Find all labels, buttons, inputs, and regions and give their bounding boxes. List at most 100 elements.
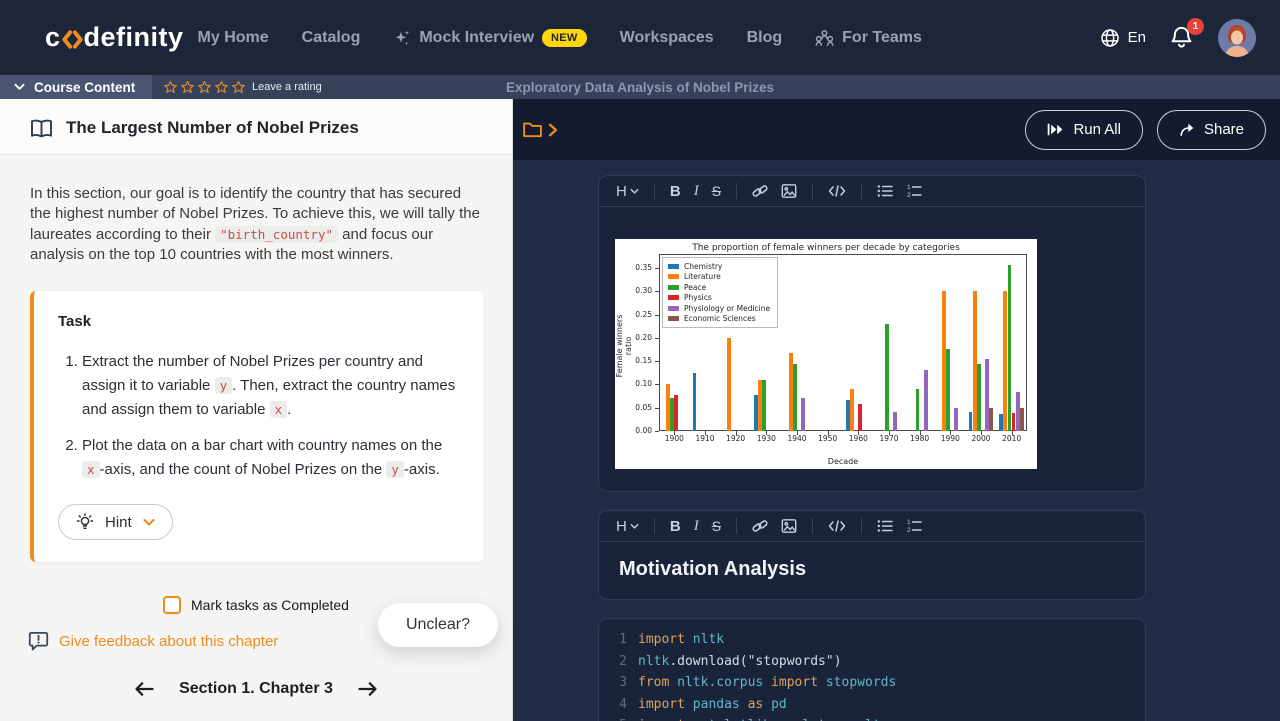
- nav-item-label: Blog: [747, 29, 783, 47]
- code-token: import: [763, 672, 818, 694]
- svg-text:2: 2: [907, 192, 911, 198]
- nav-item-mock-interview[interactable]: Mock InterviewNEW: [393, 29, 586, 47]
- legend-swatch: [668, 295, 679, 300]
- legend-entry: Economic Sciences: [668, 314, 770, 325]
- run-all-label: Run All: [1073, 121, 1121, 138]
- strikethrough-icon[interactable]: S: [712, 517, 721, 535]
- code-icon[interactable]: [828, 517, 846, 535]
- code-token: "stopwords": [748, 651, 834, 673]
- italic-icon[interactable]: I: [694, 182, 699, 200]
- run-all-button[interactable]: Run All: [1025, 110, 1143, 150]
- rating-stars[interactable]: [163, 80, 246, 95]
- notifications-button[interactable]: 1: [1170, 25, 1194, 51]
- chart-bar: [893, 412, 897, 431]
- ordered-list-icon[interactable]: 12: [906, 182, 922, 200]
- code-token: import: [638, 694, 685, 716]
- nav-item-my-home[interactable]: My Home: [198, 29, 269, 47]
- italic-icon[interactable]: I: [694, 517, 699, 535]
- star-icon[interactable]: [231, 80, 246, 95]
- bold-icon[interactable]: B: [670, 182, 681, 200]
- task-card: Task Extract the number of Nobel Prizes …: [30, 291, 484, 562]
- legend-swatch: [668, 316, 679, 321]
- bold-icon[interactable]: B: [670, 517, 681, 535]
- nav-item-for-teams[interactable]: For Teams: [815, 29, 922, 47]
- user-avatar[interactable]: [1218, 19, 1256, 57]
- nav-item-catalog[interactable]: Catalog: [302, 29, 361, 47]
- chart-x-tick: 2010: [997, 434, 1027, 443]
- bullet-list-icon[interactable]: [877, 182, 893, 200]
- chart-y-tick: 0.15: [615, 356, 652, 365]
- chart-x-tick: 1920: [721, 434, 751, 443]
- inline-code-chip: "birth_country": [215, 226, 338, 243]
- logo-text-post: definity: [84, 22, 184, 53]
- code-cell[interactable]: 1import nltk2nltk.download("stopwords")3…: [598, 618, 1146, 721]
- course-subheader: Course Content Leave a rating Explorator…: [0, 75, 1280, 99]
- code-line[interactable]: 2nltk.download("stopwords"): [599, 651, 1145, 673]
- chart-y-axis-label: Female winners ratio: [615, 311, 633, 381]
- ordered-list-icon[interactable]: 12: [906, 517, 922, 535]
- hint-button[interactable]: Hint: [58, 504, 173, 540]
- chart-x-tick: 1930: [751, 434, 781, 443]
- chart-bar: [850, 389, 854, 431]
- chart-x-tick: 2000: [966, 434, 996, 443]
- markdown-cell-body: Motivation Analysis: [599, 542, 1145, 599]
- code-token: nltk.corpus: [669, 672, 763, 694]
- toolbar-separator: [812, 183, 813, 199]
- codefinity-logo[interactable]: c definity: [45, 22, 184, 53]
- chart-y-tick: 0.35: [615, 263, 652, 272]
- nav-links: My Home Catalog Mock InterviewNEW Workspace…: [198, 29, 922, 47]
- heading-icon[interactable]: H: [616, 182, 639, 200]
- file-tree-toggle[interactable]: [522, 121, 558, 139]
- app-window: c definity My Home Catalog Mock InterviewN…: [0, 0, 1280, 721]
- lightbulb-icon: [76, 513, 94, 531]
- code-line[interactable]: 3from nltk.corpus import stopwords: [599, 672, 1145, 694]
- chart-legend: ChemistryLiteraturePeacePhysicsPhysiolog…: [662, 257, 778, 328]
- toolbar-separator: [654, 183, 655, 199]
- chart-x-tick: 1910: [690, 434, 720, 443]
- nav-item-label: My Home: [198, 29, 269, 47]
- chart-bar: [1020, 408, 1024, 431]
- heading-icon[interactable]: H: [616, 517, 639, 535]
- legend-entry: Chemistry: [668, 261, 770, 272]
- star-icon[interactable]: [180, 80, 195, 95]
- toolbar-separator: [736, 518, 737, 534]
- nav-item-workspaces[interactable]: Workspaces: [620, 29, 714, 47]
- course-content-toggle[interactable]: Course Content: [0, 75, 152, 99]
- code-token: nltk: [685, 629, 724, 651]
- star-icon[interactable]: [197, 80, 212, 95]
- link-icon[interactable]: [752, 517, 768, 535]
- bullet-list-icon[interactable]: [877, 517, 893, 535]
- inline-code-chip: x: [270, 401, 288, 418]
- nav-item-blog[interactable]: Blog: [747, 29, 783, 47]
- notebook-scroll-area[interactable]: HBIS12 The proportion of female winners …: [512, 160, 1280, 721]
- code-line[interactable]: 1import nltk: [599, 629, 1145, 651]
- unclear-button[interactable]: Unclear?: [378, 603, 498, 647]
- next-chapter-button[interactable]: [355, 679, 380, 699]
- feedback-bubble-icon: [28, 631, 49, 651]
- code-icon[interactable]: [828, 182, 846, 200]
- code-line[interactable]: 4import pandas as pd: [599, 694, 1145, 716]
- image-icon[interactable]: [781, 182, 797, 200]
- star-icon[interactable]: [163, 80, 178, 95]
- image-icon[interactable]: [781, 517, 797, 535]
- line-number: 2: [613, 651, 627, 673]
- strikethrough-icon[interactable]: S: [712, 182, 721, 200]
- course-title: Exploratory Data Analysis of Nobel Prize…: [506, 80, 774, 95]
- legend-swatch: [668, 306, 679, 311]
- language-switcher[interactable]: En: [1100, 28, 1146, 48]
- toolbar-separator: [654, 518, 655, 534]
- mark-completed-checkbox[interactable]: [163, 596, 181, 614]
- chart-x-tick: 1960: [843, 434, 873, 443]
- code-line[interactable]: 5import matplotlib.pyplot as plt: [599, 715, 1145, 721]
- hint-label: Hint: [105, 514, 132, 531]
- feedback-link[interactable]: Give feedback about this chapter: [59, 633, 278, 650]
- link-icon[interactable]: [752, 182, 768, 200]
- arrow-left-icon: [134, 681, 155, 697]
- legend-label: Physics: [684, 293, 712, 302]
- nav-item-label: Catalog: [302, 29, 361, 47]
- share-button[interactable]: Share: [1157, 110, 1266, 150]
- output-chart-image: The proportion of female winners per dec…: [615, 239, 1037, 469]
- previous-chapter-button[interactable]: [132, 679, 157, 699]
- svg-text:1: 1: [907, 519, 911, 526]
- star-icon[interactable]: [214, 80, 229, 95]
